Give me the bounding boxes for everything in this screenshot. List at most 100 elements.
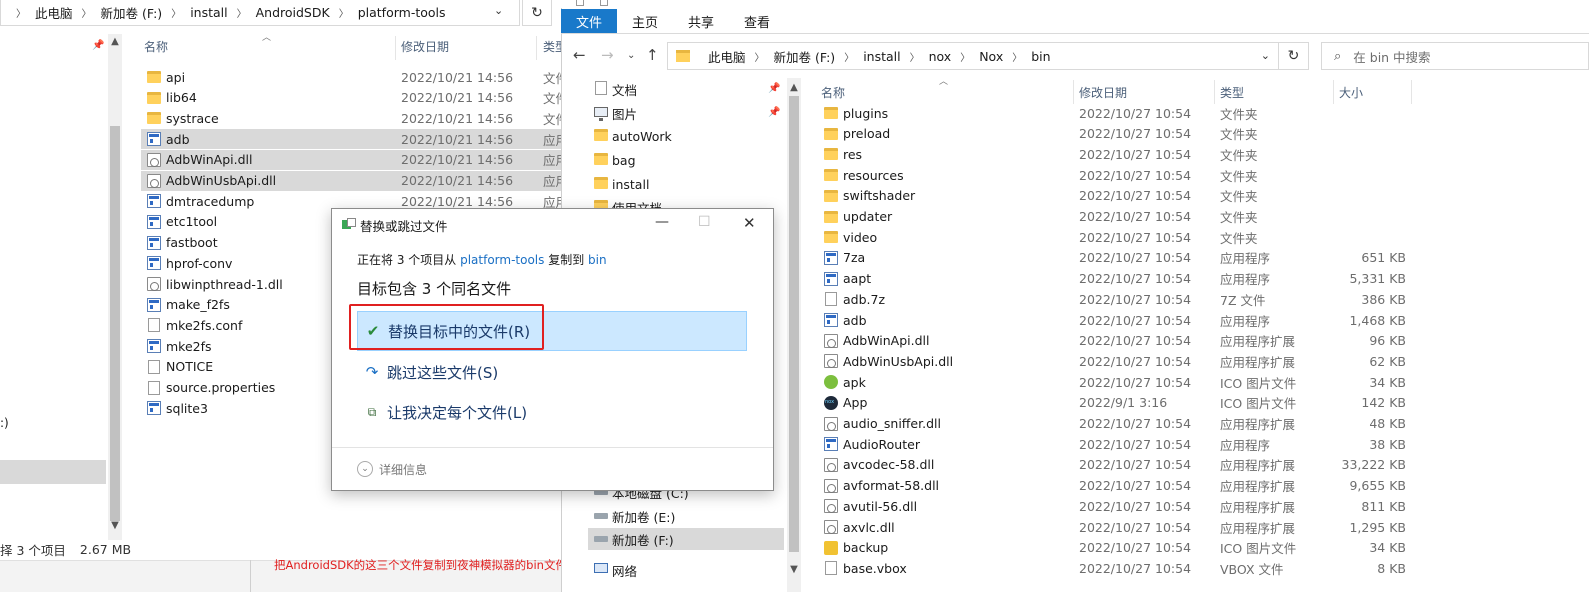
right-column-name[interactable]: 名称 (821, 84, 845, 104)
decide-each-file-option[interactable]: ⧉ 让我决定每个文件(L) (357, 392, 747, 432)
pin-icon[interactable]: 📌 (768, 83, 780, 94)
scroll-down-icon[interactable]: ▼ (108, 520, 122, 531)
right-file-row[interactable]: audio_sniffer.dll 2022/10/27 10:54 应用程序扩展 4… (818, 414, 1418, 434)
maximize-icon[interactable]: ☐ (698, 214, 711, 230)
right-file-row[interactable]: base.vbox 2022/10/27 10:54 VBOX 文件 8 KB (818, 558, 1418, 578)
close-icon[interactable]: ✕ (743, 214, 756, 232)
right-file-row[interactable]: video 2022/10/27 10:54 文件夹 (818, 227, 1418, 247)
skip-files-option[interactable]: ↷ 跳过这些文件(S) (357, 352, 747, 392)
pin-icon[interactable]: 📌 (768, 107, 780, 118)
left-column-date[interactable]: 修改日期 (401, 38, 449, 58)
copy-description: 正在将 3 个项目从 platform-tools 复制到 bin (357, 251, 607, 268)
right-file-row[interactable]: aapt 2022/10/27 10:54 应用程序 5,331 KB (818, 269, 1418, 289)
address-dropdown-icon[interactable]: ⌄ (1261, 49, 1270, 62)
right-nav-scroll-thumb[interactable] (789, 96, 799, 552)
left-file-row[interactable]: systrace 2022/10/21 14:56 文件 (141, 108, 568, 128)
right-file-row[interactable]: adb 2022/10/27 10:54 应用程序 1,468 KB (818, 310, 1418, 330)
destination-folder-link[interactable]: bin (588, 253, 607, 267)
right-file-row[interactable]: updater 2022/10/27 10:54 文件夹 (818, 207, 1418, 227)
right-file-row[interactable]: AdbWinUsbApi.dll 2022/10/27 10:54 应用程序扩展 62… (818, 351, 1418, 371)
right-file-row[interactable]: AdbWinApi.dll 2022/10/27 10:54 应用程序扩展 96 KB (818, 331, 1418, 351)
right-file-row[interactable]: backup 2022/10/27 10:54 ICO 图片文件 34 KB (818, 538, 1418, 558)
right-file-row[interactable]: axvlc.dll 2022/10/27 10:54 应用程序扩展 1,295 KB (818, 517, 1418, 537)
right-breadcrumb-item[interactable]: bin (1031, 49, 1050, 64)
forward-arrow-icon[interactable]: → (601, 46, 614, 64)
nav-item[interactable]: install (588, 173, 784, 195)
column-divider[interactable] (1214, 80, 1215, 104)
right-file-row[interactable]: App 2022/9/1 3:16 ICO 图片文件 142 KB (818, 393, 1418, 413)
right-file-row[interactable]: avutil-56.dll 2022/10/27 10:54 应用程序扩展 811 K… (818, 496, 1418, 516)
drive-icon (594, 536, 608, 542)
up-arrow-icon[interactable]: ↑ (646, 46, 659, 64)
file-date: 2022/10/27 10:54 (1079, 519, 1192, 535)
left-column-name[interactable]: 名称 (144, 38, 168, 58)
nav-item[interactable]: autoWork (588, 125, 784, 147)
right-breadcrumb-item[interactable]: nox (929, 49, 952, 64)
address-dropdown-icon[interactable]: ⌄ (494, 4, 503, 17)
right-column-size[interactable]: 大小 (1339, 84, 1363, 104)
left-refresh-button[interactable]: ↻ (522, 0, 552, 26)
left-breadcrumb-item[interactable]: 新加卷 (F:) (101, 3, 163, 22)
search-input[interactable]: ⌕ 在 bin 中搜索 (1321, 42, 1589, 70)
scroll-down-icon[interactable]: ▼ (787, 564, 801, 575)
left-nav-selected-item[interactable] (0, 460, 106, 484)
right-breadcrumb-item[interactable]: install (863, 49, 900, 64)
scroll-up-icon[interactable]: ▲ (108, 36, 122, 47)
more-details-toggle[interactable]: ⌄ 详细信息 (357, 460, 427, 478)
left-breadcrumb-item[interactable]: 此电脑 (35, 3, 73, 22)
left-file-row[interactable]: api 2022/10/21 14:56 文件 (141, 67, 568, 87)
quick-access-icon[interactable] (600, 0, 608, 6)
left-file-row[interactable]: AdbWinUsbApi.dll 2022/10/21 14:56 应用 (141, 170, 568, 191)
left-file-row[interactable]: adb 2022/10/21 14:56 应用 (141, 129, 568, 150)
right-column-date[interactable]: 修改日期 (1079, 84, 1127, 104)
nav-item[interactable]: bag (588, 149, 784, 171)
nav-item[interactable]: 文档 📌 (588, 78, 784, 100)
left-breadcrumb-item[interactable]: platform-tools (358, 5, 446, 20)
right-breadcrumb-item[interactable]: 新加卷 (F:) (774, 47, 836, 66)
column-divider[interactable] (1333, 80, 1334, 104)
left-nav-scroll-thumb[interactable] (110, 126, 120, 521)
source-folder-link[interactable]: platform-tools (460, 253, 544, 267)
right-refresh-button[interactable]: ↻ (1279, 42, 1309, 70)
nav-item[interactable]: 图片 📌 (588, 102, 784, 124)
right-file-row[interactable]: avcodec-58.dll 2022/10/27 10:54 应用程序扩展 33,2… (818, 455, 1418, 475)
search-placeholder: 在 bin 中搜索 (1353, 49, 1431, 65)
right-file-row[interactable]: avformat-58.dll 2022/10/27 10:54 应用程序扩展 9,6… (818, 476, 1418, 496)
right-file-row[interactable]: 7za 2022/10/27 10:54 应用程序 651 KB (818, 248, 1418, 268)
right-breadcrumb-item[interactable]: 此电脑 (708, 47, 746, 66)
column-divider[interactable] (1411, 80, 1412, 104)
right-file-row[interactable]: AudioRouter 2022/10/27 10:54 应用程序 38 KB (818, 434, 1418, 454)
left-file-row[interactable]: AdbWinApi.dll 2022/10/21 14:56 应用 (141, 149, 568, 170)
right-file-row[interactable]: swiftshader 2022/10/27 10:54 文件夹 (818, 186, 1418, 206)
column-divider[interactable] (1073, 80, 1074, 104)
right-file-row[interactable]: res 2022/10/27 10:54 文件夹 (818, 144, 1418, 164)
minimize-icon[interactable]: — (655, 214, 669, 230)
left-breadcrumb-item[interactable]: AndroidSDK (256, 5, 330, 20)
right-breadcrumb-item[interactable]: Nox (979, 49, 1003, 64)
right-file-row[interactable]: preload 2022/10/27 10:54 文件夹 (818, 124, 1418, 144)
tab-file[interactable]: 文件 (561, 9, 618, 33)
column-divider[interactable] (536, 36, 537, 60)
right-file-row[interactable]: apk 2022/10/27 10:54 ICO 图片文件 34 KB (818, 372, 1418, 392)
right-file-row[interactable]: adb.7z 2022/10/27 10:54 7Z 文件 386 KB (818, 289, 1418, 309)
back-arrow-icon[interactable]: ← (573, 46, 586, 64)
nav-item[interactable]: 新加卷 (E:) (588, 505, 784, 527)
quick-access-icon[interactable] (576, 0, 584, 6)
scroll-up-icon[interactable]: ▲ (787, 82, 801, 93)
right-file-row[interactable]: resources 2022/10/27 10:54 文件夹 (818, 165, 1418, 185)
right-file-row[interactable]: plugins 2022/10/27 10:54 文件夹 (818, 103, 1418, 123)
tab-view[interactable]: 查看 (729, 9, 785, 33)
recent-dropdown-icon[interactable]: ⌄ (627, 50, 635, 61)
column-divider[interactable] (395, 36, 396, 60)
nav-item[interactable]: 网络 (588, 559, 784, 581)
left-file-row[interactable]: lib64 2022/10/21 14:56 文件 (141, 88, 568, 108)
tab-share[interactable]: 共享 (673, 9, 729, 33)
left-breadcrumb-item[interactable]: install (190, 5, 227, 20)
right-address-bar[interactable]: 此电脑 〉 新加卷 (F:) 〉 install 〉 nox 〉 Nox 〉 b… (667, 42, 1279, 70)
tab-home[interactable]: 主页 (617, 9, 673, 33)
right-column-type[interactable]: 类型 (1220, 84, 1244, 104)
file-type: 文件夹 (1220, 168, 1258, 184)
left-nav-item-fragment[interactable]: :) (0, 416, 9, 430)
left-address-bar[interactable]: 〉 此电脑 〉 新加卷 (F:) 〉 install 〉 AndroidSDK … (0, 0, 520, 26)
nav-item[interactable]: 新加卷 (F:) (588, 528, 784, 550)
